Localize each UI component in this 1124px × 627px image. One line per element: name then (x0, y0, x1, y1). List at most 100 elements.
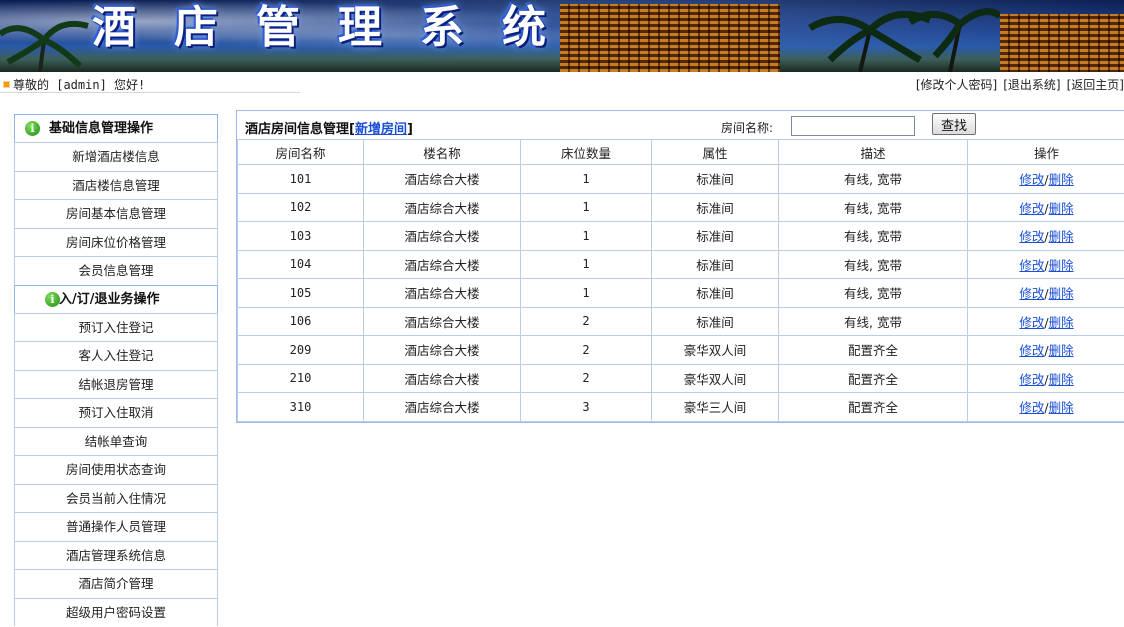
sidebar-item-admin-password[interactable]: 超级用户密码设置 (14, 598, 218, 627)
sidebar-item-member-stay[interactable]: 会员当前入住情况 (14, 484, 218, 513)
description-cell: 有线, 宽带 (779, 307, 968, 336)
description-cell: 配置齐全 (779, 393, 968, 422)
search-label: 房间名称: (721, 119, 773, 136)
description-cell: 配置齐全 (779, 336, 968, 365)
banner-hotel-building (560, 4, 780, 72)
table-row: 106酒店综合大楼2标准间有线, 宽带修改/删除 (238, 307, 1124, 336)
logout-link[interactable]: [退出系统] (1003, 78, 1060, 92)
edit-link[interactable]: 修改 (1019, 201, 1044, 216)
change-password-link[interactable]: [修改个人密码] (916, 78, 997, 92)
room-name-search-input[interactable] (791, 116, 915, 136)
edit-link[interactable]: 修改 (1019, 286, 1044, 301)
sidebar-item-system-info[interactable]: 酒店管理系统信息 (14, 541, 218, 570)
column-header: 操作 (968, 140, 1124, 165)
bullet-icon (4, 82, 9, 87)
column-header: 楼名称 (364, 140, 521, 165)
add-room-link[interactable]: 新增房间 (355, 122, 407, 137)
title-char: 理 (332, 4, 388, 52)
room-name-cell: 105 (238, 279, 364, 308)
delete-link[interactable]: 删除 (1049, 172, 1074, 187)
building-cell: 酒店综合大楼 (364, 222, 521, 251)
building-cell: 酒店综合大楼 (364, 307, 521, 336)
column-header: 描述 (779, 140, 968, 165)
room-type-cell: 标准间 (652, 279, 779, 308)
edit-link[interactable]: 修改 (1019, 372, 1044, 387)
sidebar-item-room-status[interactable]: 房间使用状态查询 (14, 455, 218, 484)
top-bar: 尊敬的 [admin] 您好! [修改个人密码] [退出系统] [返回主页] (0, 72, 1124, 94)
edit-link[interactable]: 修改 (1019, 343, 1044, 358)
building-cell: 酒店综合大楼 (364, 393, 521, 422)
actions-cell: 修改/删除 (968, 279, 1124, 308)
system-title: 酒 店 管 理 系 统 (86, 4, 578, 52)
info-icon: i (45, 292, 60, 307)
room-name-cell: 106 (238, 307, 364, 336)
sidebar-item-building-manage[interactable]: 酒店楼信息管理 (14, 171, 218, 200)
room-name-cell: 101 (238, 165, 364, 194)
sidebar-item-hotel-intro[interactable]: 酒店简介管理 (14, 569, 218, 598)
sidebar-item-checkout[interactable]: 结帐退房管理 (14, 370, 218, 399)
edit-link[interactable]: 修改 (1019, 400, 1044, 415)
room-type-cell: 标准间 (652, 250, 779, 279)
actions-cell: 修改/删除 (968, 336, 1124, 365)
beds-cell: 1 (521, 165, 652, 194)
actions-cell: 修改/删除 (968, 393, 1124, 422)
edit-link[interactable]: 修改 (1019, 229, 1044, 244)
actions-cell: 修改/删除 (968, 193, 1124, 222)
sidebar-item-bed-price[interactable]: 房间床位价格管理 (14, 228, 218, 257)
delete-link[interactable]: 删除 (1049, 343, 1074, 358)
building-cell: 酒店综合大楼 (364, 364, 521, 393)
table-row: 101酒店综合大楼1标准间有线, 宽带修改/删除 (238, 165, 1124, 194)
sidebar-item-operator-manage[interactable]: 普通操作人员管理 (14, 512, 218, 541)
title-char: 店 (168, 4, 224, 52)
actions-cell: 修改/删除 (968, 364, 1124, 393)
description-cell: 有线, 宽带 (779, 250, 968, 279)
beds-cell: 2 (521, 336, 652, 365)
room-name-cell: 102 (238, 193, 364, 222)
greeting-text: 尊敬的 [admin] 您好! (13, 78, 145, 92)
table-row: 103酒店综合大楼1标准间有线, 宽带修改/删除 (238, 222, 1124, 251)
building-cell: 酒店综合大楼 (364, 336, 521, 365)
sidebar: i基础信息管理操作 新增酒店楼信息 酒店楼信息管理 房间基本信息管理 房间床位价… (14, 114, 218, 626)
delete-link[interactable]: 删除 (1049, 229, 1074, 244)
edit-link[interactable]: 修改 (1019, 315, 1044, 330)
table-header-row: 房间名称 楼名称 床位数量 属性 描述 操作 (238, 140, 1124, 165)
column-header: 床位数量 (521, 140, 652, 165)
beds-cell: 2 (521, 307, 652, 336)
sidebar-item-room-info[interactable]: 房间基本信息管理 (14, 199, 218, 228)
title-char: 系 (414, 4, 470, 52)
delete-link[interactable]: 删除 (1049, 201, 1074, 216)
sidebar-item-member-info[interactable]: 会员信息管理 (14, 256, 218, 285)
title-char: 统 (496, 4, 552, 52)
column-header: 房间名称 (238, 140, 364, 165)
panel-header: 酒店房间信息管理[新增房间] 房间名称: 查找 (237, 111, 1124, 139)
edit-link[interactable]: 修改 (1019, 172, 1044, 187)
beds-cell: 3 (521, 393, 652, 422)
column-header: 属性 (652, 140, 779, 165)
delete-link[interactable]: 删除 (1049, 315, 1074, 330)
table-row: 105酒店综合大楼1标准间有线, 宽带修改/删除 (238, 279, 1124, 308)
delete-link[interactable]: 删除 (1049, 372, 1074, 387)
sidebar-item-reserve-cancel[interactable]: 预订入住取消 (14, 398, 218, 427)
panel-title: 酒店房间信息管理[新增房间] (245, 118, 413, 137)
sidebar-section-label: 入/订/退业务操作 (59, 292, 160, 307)
room-type-cell: 标准间 (652, 222, 779, 251)
beds-cell: 1 (521, 279, 652, 308)
room-type-cell: 标准间 (652, 165, 779, 194)
delete-link[interactable]: 删除 (1049, 286, 1074, 301)
building-cell: 酒店综合大楼 (364, 165, 521, 194)
room-management-panel: 酒店房间信息管理[新增房间] 房间名称: 查找 房间名称 楼名称 床位数量 属性… (236, 110, 1124, 423)
room-name-cell: 103 (238, 222, 364, 251)
sidebar-item-bill-query[interactable]: 结帐单查询 (14, 427, 218, 456)
edit-link[interactable]: 修改 (1019, 258, 1044, 273)
search-button[interactable]: 查找 (932, 113, 976, 135)
sidebar-item-add-building[interactable]: 新增酒店楼信息 (14, 142, 218, 171)
home-link[interactable]: [返回主页] (1067, 78, 1124, 92)
building-cell: 酒店综合大楼 (364, 279, 521, 308)
room-name-cell: 209 (238, 336, 364, 365)
sidebar-item-reserve-checkin[interactable]: 预订入住登记 (14, 313, 218, 342)
description-cell: 有线, 宽带 (779, 193, 968, 222)
sidebar-item-guest-checkin[interactable]: 客人入住登记 (14, 341, 218, 370)
delete-link[interactable]: 删除 (1049, 400, 1074, 415)
delete-link[interactable]: 删除 (1049, 258, 1074, 273)
building-cell: 酒店综合大楼 (364, 250, 521, 279)
